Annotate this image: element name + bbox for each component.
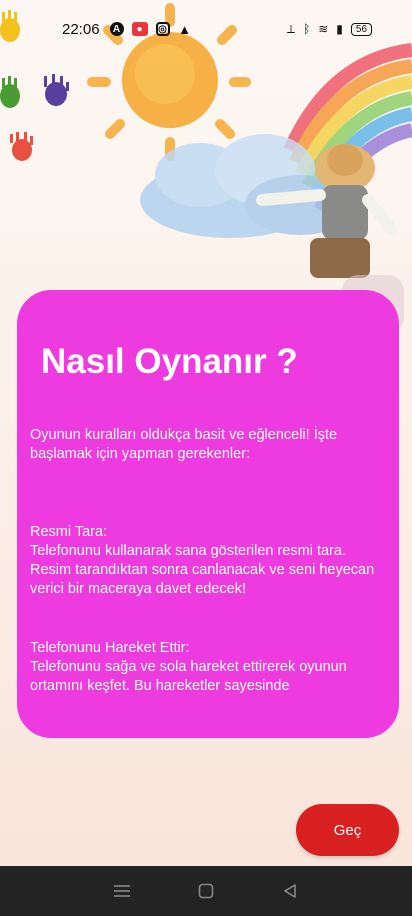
record-icon: ● xyxy=(131,22,148,36)
intro-text: Oyunun kuralları oldukça basit ve eğlenc… xyxy=(30,427,338,462)
vibrate-icon: ⟂ xyxy=(286,21,295,36)
skip-button[interactable]: Geç xyxy=(296,804,399,856)
card-title: Nasıl Oynanır ? xyxy=(41,342,298,381)
battery-icon: 56 xyxy=(350,22,372,36)
menu-icon[interactable] xyxy=(110,879,134,903)
notification-icons: A ● ◎ ▲ xyxy=(109,21,192,37)
header-illustration xyxy=(0,3,412,278)
navigation-bar xyxy=(0,866,412,916)
system-icons: ⟂ ᛒ ≋ ▮ 56 xyxy=(287,22,372,37)
card-body[interactable]: Oyunun kuralları oldukça basit ve eğlenc… xyxy=(30,426,386,706)
section-title-scan: Resmi Tara: xyxy=(30,524,108,540)
section-text-scan: Telefonunu kullanarak sana gösterilen re… xyxy=(30,543,375,597)
instagram-icon: ◎ xyxy=(155,22,170,36)
status-time: 22:06 xyxy=(62,20,100,38)
home-square-icon[interactable] xyxy=(194,879,218,903)
section-title-move: Telefonunu Hareket Ettir: xyxy=(30,640,190,656)
signal-icon: ▮ xyxy=(336,22,343,36)
section-text-move: Telefonunu sağa ve sola hareket ettirere… xyxy=(30,659,347,694)
wifi-icon: ≋ xyxy=(318,22,329,36)
how-to-play-card: Nasıl Oynanır ? Oyunun kuralları oldukça… xyxy=(17,290,399,738)
back-triangle-icon[interactable] xyxy=(278,879,302,903)
status-bar: 22:06 A ● ◎ ▲ ⟂ ᛒ ≋ ▮ 56 xyxy=(0,14,412,44)
bluetooth-icon: ᛒ xyxy=(303,22,311,36)
a-circle-icon: A xyxy=(109,22,124,36)
warning-icon: ▲ xyxy=(178,21,191,37)
